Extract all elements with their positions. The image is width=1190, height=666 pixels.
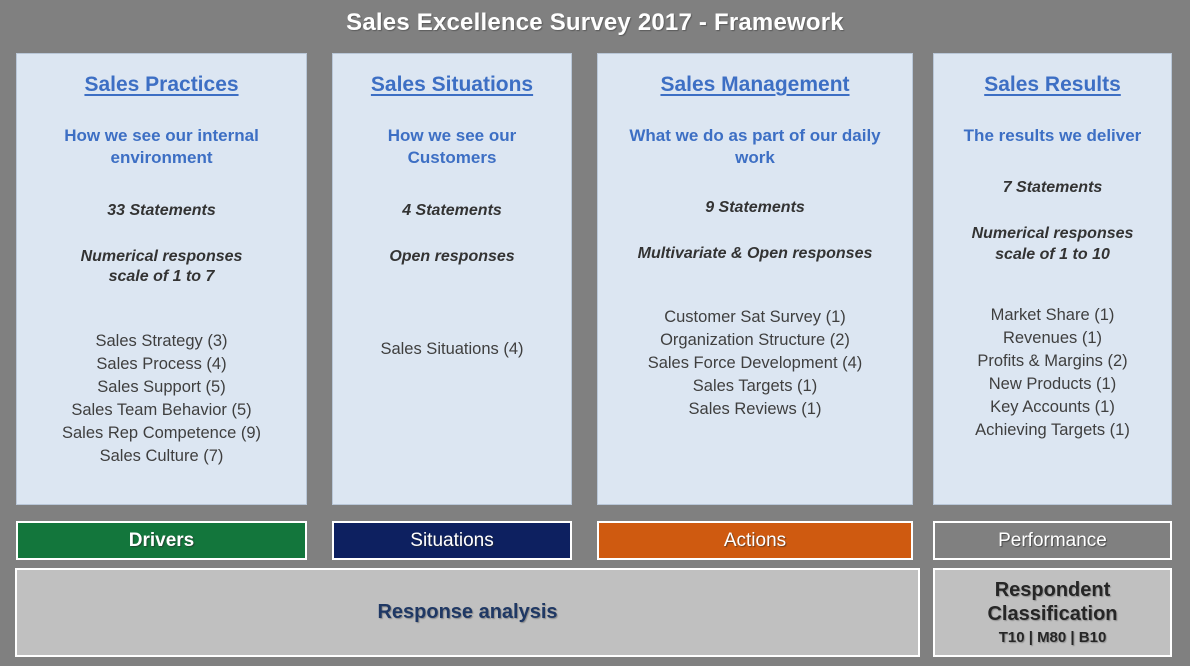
- column-statement-count: 7 Statements: [1002, 178, 1103, 196]
- list-item: Achieving Targets (1): [975, 420, 1130, 439]
- column-heading: Sales Practices: [84, 73, 239, 96]
- list-item: Key Accounts (1): [990, 397, 1115, 416]
- column-item-list: Customer Sat Survey (1) Organization Stru…: [602, 306, 908, 421]
- column-subtitle: How we see our Customers: [387, 126, 517, 167]
- column-subtitle: The results we deliver: [963, 126, 1142, 145]
- list-item: Customer Sat Survey (1): [664, 308, 846, 327]
- band-label: Performance: [998, 529, 1107, 551]
- column-item-list: Sales Strategy (3) Sales Process (4) Sales…: [21, 330, 302, 468]
- column-heading: Sales Situations: [370, 73, 534, 96]
- column-heading: Sales Results: [984, 73, 1121, 96]
- list-item: Sales Rep Competence (9): [61, 423, 261, 442]
- list-item: Sales Support (5): [97, 377, 226, 396]
- respondent-classification-segments: T10 | M80 | B10: [998, 628, 1107, 646]
- column-statement-count: 33 Statements: [107, 201, 216, 219]
- column-response-type: Numerical responses scale of 1 to 10: [971, 225, 1134, 263]
- framework-columns: Sales Practices How we see our internal …: [0, 53, 1190, 506]
- respondent-classification-panel[interactable]: Respondent Classification T10 | M80 | B1…: [933, 568, 1172, 657]
- column-subtitle: How we see our internal environment: [64, 126, 259, 167]
- column-card-sales-situations[interactable]: Sales Situations How we see our Customer…: [332, 53, 572, 505]
- list-item: Sales Strategy (3): [95, 331, 228, 350]
- response-analysis-panel[interactable]: Response analysis: [15, 568, 920, 657]
- column-item-list: Sales Situations (4): [337, 338, 567, 361]
- category-bands: Drivers Situations Actions Performance: [0, 521, 1190, 561]
- page-title: Sales Excellence Survey 2017 - Framework: [346, 9, 844, 36]
- list-item: Market Share (1): [990, 306, 1115, 325]
- column-response-type: Numerical responses scale of 1 to 7: [80, 247, 243, 286]
- column-item-list: Market Share (1) Revenues (1) Profits & Ma…: [938, 304, 1167, 442]
- column-statement-count: 4 Statements: [402, 201, 502, 219]
- band-drivers[interactable]: Drivers: [16, 521, 307, 560]
- bottom-row: Response analysis Respondent Classificat…: [0, 568, 1190, 658]
- column-heading: Sales Management: [660, 73, 850, 96]
- response-analysis-label: Response analysis: [377, 601, 558, 623]
- list-item: Sales Process (4): [96, 354, 227, 373]
- band-label: Actions: [723, 529, 787, 551]
- column-card-sales-results[interactable]: Sales Results The results we deliver 7 S…: [933, 53, 1172, 505]
- band-situations[interactable]: Situations: [332, 521, 572, 560]
- list-item: Sales Reviews (1): [688, 400, 822, 419]
- list-item: Sales Targets (1): [692, 377, 818, 396]
- list-item: Sales Situations (4): [380, 340, 524, 359]
- column-response-type: Multivariate & Open responses: [637, 244, 873, 262]
- column-subtitle: What we do as part of our daily work: [629, 126, 881, 167]
- list-item: Sales Force Development (4): [647, 354, 863, 373]
- list-item: Sales Culture (7): [99, 446, 224, 465]
- list-item: Sales Team Behavior (5): [71, 400, 252, 419]
- column-statement-count: 9 Statements: [705, 198, 805, 216]
- list-item: New Products (1): [988, 374, 1117, 393]
- respondent-classification-title: Respondent Classification: [987, 579, 1118, 625]
- list-item: Profits & Margins (2): [977, 352, 1128, 370]
- band-label: Situations: [410, 529, 494, 551]
- column-card-sales-management[interactable]: Sales Management What we do as part of o…: [597, 53, 913, 505]
- list-item: Organization Structure (2): [660, 331, 850, 350]
- column-card-sales-practices[interactable]: Sales Practices How we see our internal …: [16, 53, 307, 505]
- band-actions[interactable]: Actions: [597, 521, 913, 560]
- band-label: Drivers: [128, 529, 195, 551]
- column-response-type: Open responses: [389, 247, 515, 265]
- list-item: Revenues (1): [1002, 329, 1103, 348]
- band-performance[interactable]: Performance: [933, 521, 1172, 560]
